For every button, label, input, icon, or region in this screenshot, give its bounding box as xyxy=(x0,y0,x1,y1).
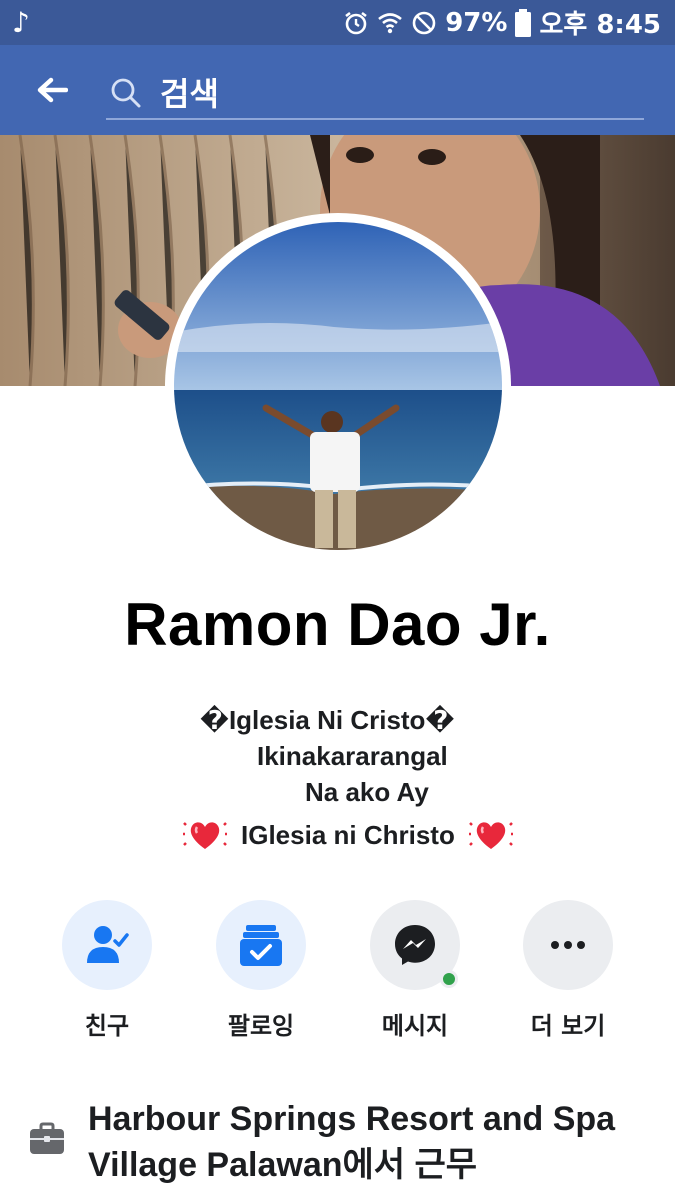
friends-check-icon xyxy=(87,926,129,963)
following-icon xyxy=(240,925,282,966)
search-icon xyxy=(111,78,141,108)
profile-name: Ramon Dao Jr. xyxy=(124,591,551,658)
search-input[interactable]: 검색 xyxy=(160,69,219,115)
messenger-icon xyxy=(395,925,435,965)
more-icon xyxy=(551,941,585,949)
bio-line: �Iglesia Ni Cristo� xyxy=(200,705,455,735)
briefcase-icon xyxy=(30,1122,64,1154)
bio-line: Na ako Ay xyxy=(305,777,429,807)
action-label: 팔로잉 xyxy=(227,1012,295,1040)
work-text: Harbour Springs Resort and Spa Village P… xyxy=(88,1100,616,1184)
action-label: 메시지 xyxy=(381,1012,449,1040)
status-indicators: 97% 오후 8:45 xyxy=(343,0,661,45)
more-button[interactable]: 더 보기 xyxy=(503,900,633,1041)
profile-photo-image xyxy=(174,222,502,550)
message-button[interactable]: 메시지 xyxy=(350,900,480,1041)
action-label: 친구 xyxy=(84,1012,130,1040)
profile-picture[interactable] xyxy=(165,213,511,559)
beating-heart-icon xyxy=(183,822,227,849)
back-arrow-icon xyxy=(37,77,68,103)
bio-line4-text: IGlesia ni Christo xyxy=(241,819,455,850)
battery-icon xyxy=(515,8,532,37)
search-header: 검색 xyxy=(0,45,675,135)
action-label: 더 보기 xyxy=(530,1012,606,1040)
online-status-dot xyxy=(440,970,458,988)
wifi-icon xyxy=(378,12,403,33)
battery-percent: 97% xyxy=(445,7,508,38)
alarm-icon xyxy=(345,11,367,34)
following-button[interactable]: 팔로잉 xyxy=(196,900,326,1041)
bio-line: Ikinakararangal xyxy=(257,741,448,771)
search-field[interactable]: 검색 xyxy=(106,65,644,120)
beating-heart-icon xyxy=(468,822,513,849)
profile-actions: 친구 팔로잉 메시지 더 보기 xyxy=(0,900,675,1050)
music-note-icon: ♪ xyxy=(12,6,30,39)
clock: 오후 8:45 xyxy=(539,10,661,40)
back-button[interactable] xyxy=(30,70,74,110)
friends-button[interactable]: 친구 xyxy=(42,900,172,1041)
bio-line-with-hearts: IGlesia ni Christo xyxy=(183,813,513,857)
do-not-disturb-icon xyxy=(412,11,436,34)
status-bar: ♪ 97% 오후 8:45 xyxy=(0,0,675,45)
